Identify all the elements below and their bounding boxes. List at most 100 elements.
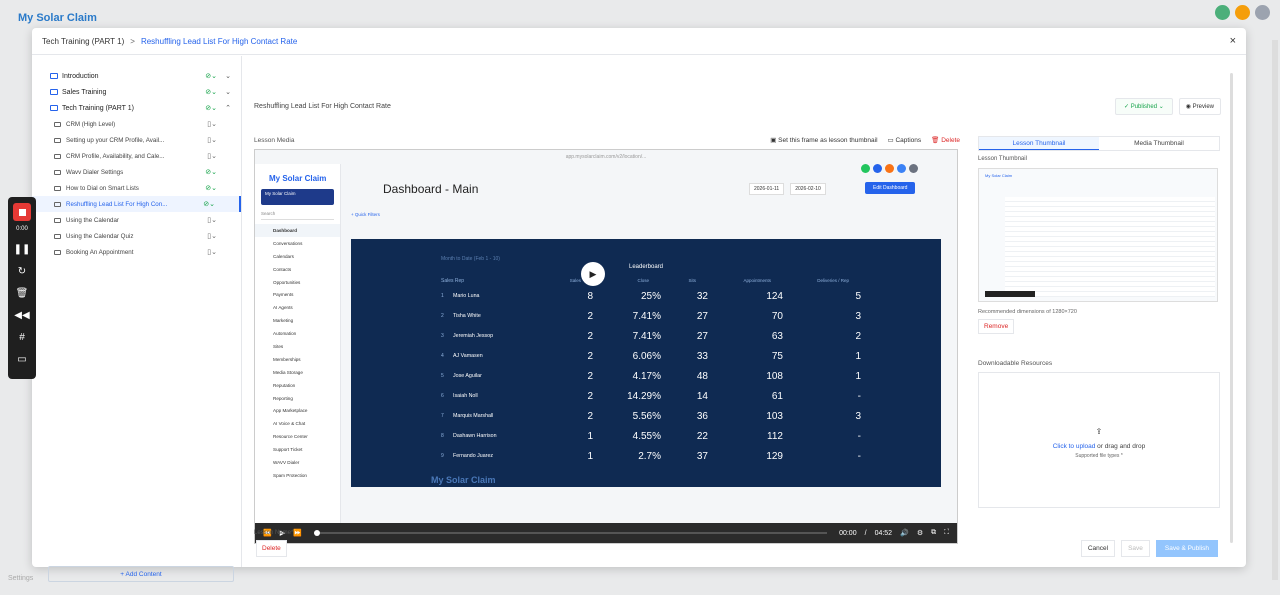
- screen-sidebar: My Solar Claim My Solar Claim Search Das…: [255, 164, 341, 525]
- delete-lesson-button[interactable]: Delete: [256, 540, 287, 557]
- pip-icon[interactable]: ⧉: [931, 529, 936, 537]
- collapse-icon[interactable]: ◀◀: [14, 304, 29, 326]
- published-status-icon[interactable]: ⊘⌄: [205, 88, 217, 96]
- dashboard-title: Dashboard - Main: [383, 182, 479, 196]
- video-progress[interactable]: [313, 530, 828, 536]
- set-thumbnail-label: Set this frame as lesson thumbnail: [778, 137, 878, 144]
- video-icon: [54, 153, 61, 159]
- status-dropdown[interactable]: ✓ Published ⌄: [1114, 98, 1173, 115]
- save-publish-button[interactable]: Save & Publish: [1155, 540, 1218, 557]
- page-scrollbar[interactable]: [1272, 40, 1278, 580]
- remove-thumbnail-button[interactable]: Remove: [978, 319, 1015, 334]
- set-thumbnail-button[interactable]: ▣ Set this frame as lesson thumbnail: [770, 136, 877, 144]
- leaderboard-title: Leaderboard: [628, 264, 664, 270]
- leaderboard-row: 1 Mario Luna 8 25% 32 124 5: [441, 286, 861, 306]
- pause-icon[interactable]: ❚❚: [14, 238, 31, 260]
- fullscreen-icon[interactable]: ⛶: [944, 529, 949, 537]
- draft-status-icon[interactable]: ▯⌄: [207, 216, 217, 224]
- supported-types: Supported file types *: [1075, 453, 1123, 459]
- camera-icon[interactable]: ▭: [17, 348, 26, 370]
- volume-icon[interactable]: 🔊: [900, 529, 909, 537]
- published-status-icon[interactable]: ⊘⌄: [205, 168, 217, 176]
- restart-icon[interactable]: ↻: [18, 260, 26, 282]
- screen-nav: Dashboard Conversations Calendars Contacts O…: [255, 224, 340, 482]
- lesson-item[interactable]: Wavv Dialer Settings ⊘⌄: [32, 164, 241, 180]
- progress-handle[interactable]: [313, 530, 320, 536]
- published-status-icon[interactable]: ⊘⌄: [205, 104, 217, 112]
- grid-icon[interactable]: #: [19, 326, 25, 348]
- draft-status-icon[interactable]: ▯⌄: [207, 248, 217, 256]
- video-icon: [54, 137, 61, 143]
- leaderboard-cell: 7: [441, 413, 444, 419]
- leaderboard-row: 3 Jeremiah Jessop 2 7.41% 27 63 2: [441, 326, 861, 346]
- published-status-icon[interactable]: ⊘⌄: [203, 200, 215, 208]
- lesson-item[interactable]: CRM Profile, Availability, and Cale... ▯⌄: [32, 148, 241, 164]
- recommended-dimensions: Recommended dimensions of 1280×720: [978, 309, 1077, 315]
- lesson-item[interactable]: How to Dial on Smart Lists ⊘⌄: [32, 180, 241, 196]
- published-status-icon[interactable]: ⊘⌄: [205, 72, 217, 80]
- forward-icon[interactable]: ⏩: [293, 529, 302, 537]
- lesson-item[interactable]: Reshuffling Lead List For High Con... ⊘⌄: [32, 196, 241, 212]
- draft-status-icon[interactable]: ▯⌄: [207, 120, 217, 128]
- upload-link[interactable]: Click to upload: [1053, 443, 1096, 450]
- image-icon: ▣: [770, 137, 779, 144]
- lesson-item[interactable]: Using the Calendar Quiz ▯⌄: [32, 228, 241, 244]
- screen-nav-item: Support Ticket: [273, 447, 303, 453]
- leaderboard-cell: 108: [766, 370, 783, 382]
- leaderboard-cell: -: [857, 450, 861, 462]
- draft-status-icon[interactable]: ▯⌄: [207, 152, 217, 160]
- screen-main: Dashboard - Main + Quick Filters 2026-01…: [341, 164, 957, 525]
- leaderboard-cell: 2: [587, 370, 593, 382]
- tab-media-thumbnail[interactable]: Media Thumbnail: [1099, 137, 1219, 150]
- leaderboard-cell: 112: [767, 430, 783, 442]
- breadcrumb-parent[interactable]: Tech Training (PART 1): [42, 37, 124, 46]
- published-status-icon[interactable]: ⊘⌄: [205, 184, 217, 192]
- lesson-item[interactable]: Using the Calendar ▯⌄: [32, 212, 241, 228]
- video-player[interactable]: app.mysolarclaim.com/v2/location/... My …: [254, 149, 958, 544]
- trash-icon[interactable]: 🗑: [16, 282, 29, 304]
- lesson-item[interactable]: Setting up your CRM Profile, Avail... ▯⌄: [32, 132, 241, 148]
- leaderboard-cell: 124: [766, 290, 783, 302]
- delete-media-button[interactable]: 🗑 Delete: [931, 136, 960, 144]
- preview-button[interactable]: ◉ Preview: [1178, 98, 1221, 115]
- leaderboard-cell: 63: [771, 330, 783, 342]
- lesson-label: Reshuffling Lead List For High Con...: [66, 200, 168, 208]
- module-item[interactable]: Tech Training (PART 1) ⊘⌄ ⌃: [32, 100, 241, 116]
- leaderboard-column-header: Sits: [688, 278, 696, 283]
- module-item[interactable]: Introduction ⊘⌄ ⌄: [32, 68, 241, 84]
- phone-icon[interactable]: [1215, 5, 1230, 20]
- module-item[interactable]: Sales Training ⊘⌄ ⌄: [32, 84, 241, 100]
- draft-status-icon[interactable]: ▯⌄: [207, 136, 217, 144]
- lesson-item[interactable]: CRM (High Level) ▯⌄: [32, 116, 241, 132]
- folder-icon: [50, 89, 58, 95]
- upload-dropzone[interactable]: ⇪ Click to upload or drag and drop Suppo…: [978, 372, 1220, 508]
- thumbnail-tabs: Lesson Thumbnail Media Thumbnail: [978, 136, 1220, 151]
- avatar[interactable]: [1255, 5, 1270, 20]
- stop-record-button[interactable]: [13, 203, 31, 221]
- modal-scrollbar[interactable]: [1230, 73, 1233, 543]
- lesson-media-label: Lesson Media: [254, 137, 295, 144]
- upload-text: Click to upload or drag and drop: [979, 443, 1219, 450]
- add-content-button[interactable]: + Add Content: [48, 566, 234, 582]
- breadcrumb: Tech Training (PART 1) > Reshuffling Lea…: [32, 28, 1246, 55]
- close-icon[interactable]: ×: [1230, 35, 1236, 47]
- cancel-button[interactable]: Cancel: [1080, 540, 1116, 557]
- leaderboard-cell: Tisha White: [453, 313, 481, 319]
- play-icon[interactable]: ▶: [581, 262, 605, 286]
- screen-nav-item: Payments: [273, 292, 294, 298]
- leaderboard-cell: 70: [771, 310, 783, 322]
- settings-icon[interactable]: ⚙: [917, 529, 923, 537]
- lesson-item[interactable]: Booking An Appointment ▯⌄: [32, 244, 241, 260]
- thumbnail-panel: ✓ Published ⌄ ◉ Preview Lesson Thumbnail…: [978, 56, 1240, 567]
- breadcrumb-current: Reshuffling Lead List For High Contact R…: [140, 36, 298, 46]
- chevron-down-icon[interactable]: ⌄: [225, 72, 231, 80]
- chevron-up-icon[interactable]: ⌃: [225, 104, 231, 112]
- draft-status-icon[interactable]: ▯⌄: [207, 232, 217, 240]
- chevron-down-icon[interactable]: ⌄: [225, 88, 231, 96]
- notification-icon[interactable]: [1235, 5, 1250, 20]
- save-button[interactable]: Save: [1121, 540, 1150, 557]
- lesson-editor-modal: Tech Training (PART 1) > Reshuffling Lea…: [32, 28, 1246, 582]
- captions-button[interactable]: ▭ Captions: [888, 136, 922, 144]
- tab-lesson-thumbnail[interactable]: Lesson Thumbnail: [979, 137, 1099, 150]
- settings-link[interactable]: Settings: [8, 575, 33, 582]
